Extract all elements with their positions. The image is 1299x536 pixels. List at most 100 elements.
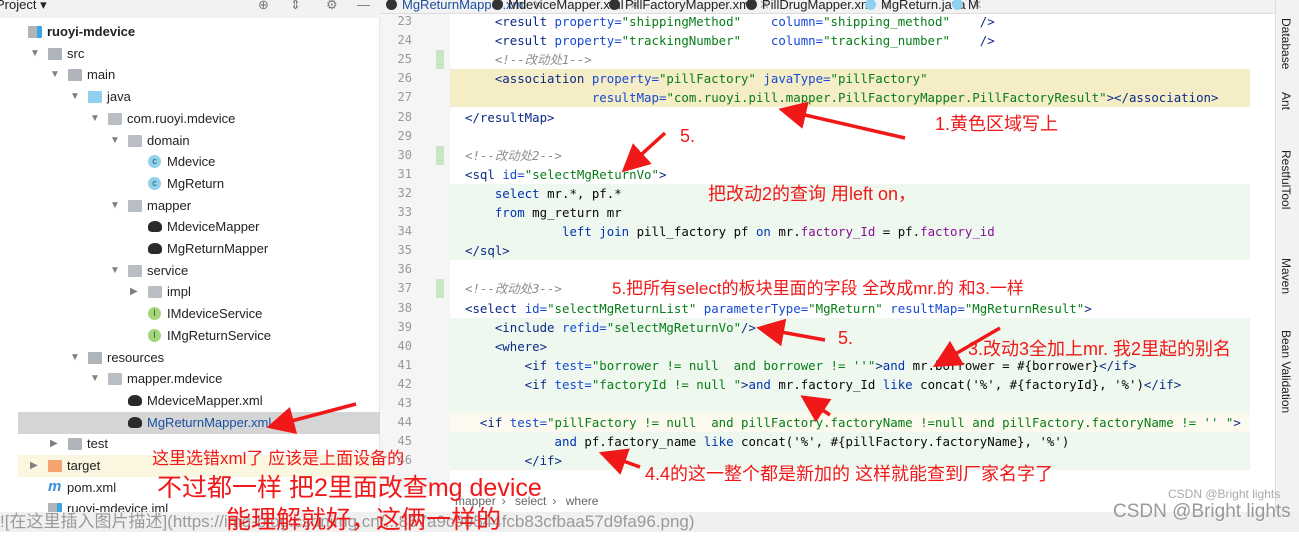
annotation-understand: 能理解就好，这俩一样的 [226,506,502,534]
code-token: factory_Id [800,224,876,240]
mybatis-icon [148,221,162,233]
tool-window-maven[interactable]: Maven [1279,258,1293,294]
tree-item[interactable]: ▶ impl [18,281,380,303]
tree-item-label: test [87,436,108,452]
code-token: resultMap= [890,300,965,316]
code-line[interactable]: <!--改动处2--> [450,146,1250,165]
code-line[interactable]: <association property="pillFactory" java… [450,69,1250,89]
tab-m[interactable]: M [952,0,979,12]
tree-item[interactable]: ▼ java [18,86,380,108]
code-token: "shipping_method" [823,14,950,29]
tree-item-label: service [147,262,189,278]
code-token: id= [524,300,548,316]
tree-item-label: src [67,45,85,61]
code-token: <include [465,319,562,335]
line-number: 26 [397,71,412,86]
tab-label: MdeviceMapper.xml [508,0,624,12]
line-number: 32 [397,185,412,200]
tree-item[interactable]: I IMdeviceService [18,303,380,325]
tree-item[interactable]: ▼ service [18,260,380,282]
tree-item[interactable]: ▼ mapper.mdevice [18,368,380,390]
tool-window-database[interactable]: Database [1279,18,1293,69]
project-view-dropdown[interactable]: Project ▾ [0,0,47,13]
code-line[interactable]: <if test="factoryId != null ">and mr.fac… [450,374,1250,394]
line-number: 38 [397,300,412,315]
collapse-all-icon[interactable]: ⇕ [290,0,301,13]
line-number: 43 [397,396,412,410]
code-line[interactable]: </sql> [450,241,1250,261]
tree-item[interactable]: ▼ main [18,64,380,86]
code-line[interactable]: <if test="pillFactory != null and pillFa… [450,413,1250,433]
minimize-icon[interactable]: — [357,0,370,12]
expand-arrow-icon[interactable]: ▼ [50,64,60,86]
package-icon [148,286,162,299]
code-token: "factoryId != null " [591,376,742,392]
code-line[interactable] [450,394,1250,413]
tool-window-bean-validation[interactable]: Bean Validation [1279,330,1293,413]
tree-item[interactable]: ruoyi-mdevice [18,21,380,43]
code-token: "tracking_number" [823,33,950,49]
line-number: 35 [397,243,412,258]
code-line[interactable]: <select id="selectMgReturnList" paramete… [450,299,1250,318]
collapse-arrow-icon[interactable]: ▶ [30,455,38,477]
tree-item[interactable]: ▼ com.ruoyi.mdevice [18,108,380,130]
tree-item-label: mapper.mdevice [127,371,223,387]
tree-item[interactable]: ▼ domain [18,130,380,152]
line-number: 33 [397,205,412,219]
code-line[interactable]: left join pill_factory pf on mr.factory_… [450,222,1250,242]
line-number: 44 [397,415,412,430]
expand-arrow-icon[interactable]: ▼ [110,130,120,152]
tree-item-label: MdeviceMapper [167,219,260,235]
code-line[interactable]: <result property="trackingNumber" column… [450,31,1250,50]
tree-item-label: impl [167,284,191,300]
code-token: select [494,185,548,201]
annotation-same: 不过都一样 把2里面改查mg device [157,474,542,502]
code-token: and [882,357,913,373]
tree-item[interactable]: ▼ resources [18,347,380,369]
tree-item-label: MgReturnMapper.xml [147,414,272,430]
expand-arrow-icon[interactable]: ▼ [30,43,40,65]
expand-arrow-icon[interactable]: ▼ [70,86,80,108]
expand-arrow-icon[interactable]: ▼ [90,368,100,390]
code-token: factory_id [920,224,995,240]
tool-window-ant[interactable]: Ant [1279,92,1293,110]
code-line[interactable] [450,127,1250,146]
tree-item[interactable]: ▼ src [18,43,380,65]
collapse-arrow-icon[interactable]: ▶ [50,433,58,455]
code-token: from [494,205,533,220]
code-line[interactable]: resultMap="com.ruoyi.pill.mapper.PillFac… [450,88,1250,108]
code-line[interactable]: and pf.factory_name like concat('%', #{p… [450,432,1250,452]
tool-window-restfultool[interactable]: RestfulTool [1279,150,1293,209]
tree-item[interactable]: MgReturnMapper.xml [18,411,380,434]
code-token: mr.*, pf.* [547,185,622,201]
expand-arrow-icon[interactable]: ▼ [110,260,120,282]
expand-arrow-icon[interactable]: ▼ [70,347,80,369]
collapse-arrow-icon[interactable]: ▶ [130,281,138,303]
code-token: "com.ruoyi.pill.mapper.PillFactoryMapper… [666,90,1107,106]
code-token: /> [741,319,756,335]
module-folder-icon [28,26,42,38]
code-line[interactable]: </resultMap> [450,108,1250,127]
breadcrumb-item[interactable]: where [566,494,599,508]
tree-item[interactable]: MdeviceMapper [18,216,380,238]
expand-arrow-icon[interactable]: ▼ [90,108,100,130]
tree-item[interactable]: I IMgReturnService [18,325,380,347]
expand-arrow-icon[interactable]: ▼ [110,195,120,217]
tree-item[interactable]: MdeviceMapper.xml [18,390,380,412]
tree-item-label: target [67,458,101,473]
mybatis-icon [386,0,397,10]
tree-item-label: resources [107,349,165,365]
code-line[interactable]: <!--改动处1--> [450,50,1250,69]
gear-icon[interactable]: ⚙ [326,0,338,13]
tree-item[interactable]: c Mdevice [18,151,380,173]
code-token: </if> [1143,376,1182,392]
code-token: </if> [465,453,562,469]
markdown-image-text: ![在这里插入图片描述](https://img-blog.csdnimg.cn… [0,512,1299,532]
tree-item[interactable]: c MgReturn [18,173,380,195]
tree-item[interactable]: MgReturnMapper [18,238,380,260]
code-line[interactable]: <result property="shippingMethod" column… [450,12,1250,31]
locate-icon[interactable]: ⊕ [258,0,269,13]
tree-item[interactable]: ▼ mapper [18,195,380,217]
code-token: <where> [465,338,548,354]
